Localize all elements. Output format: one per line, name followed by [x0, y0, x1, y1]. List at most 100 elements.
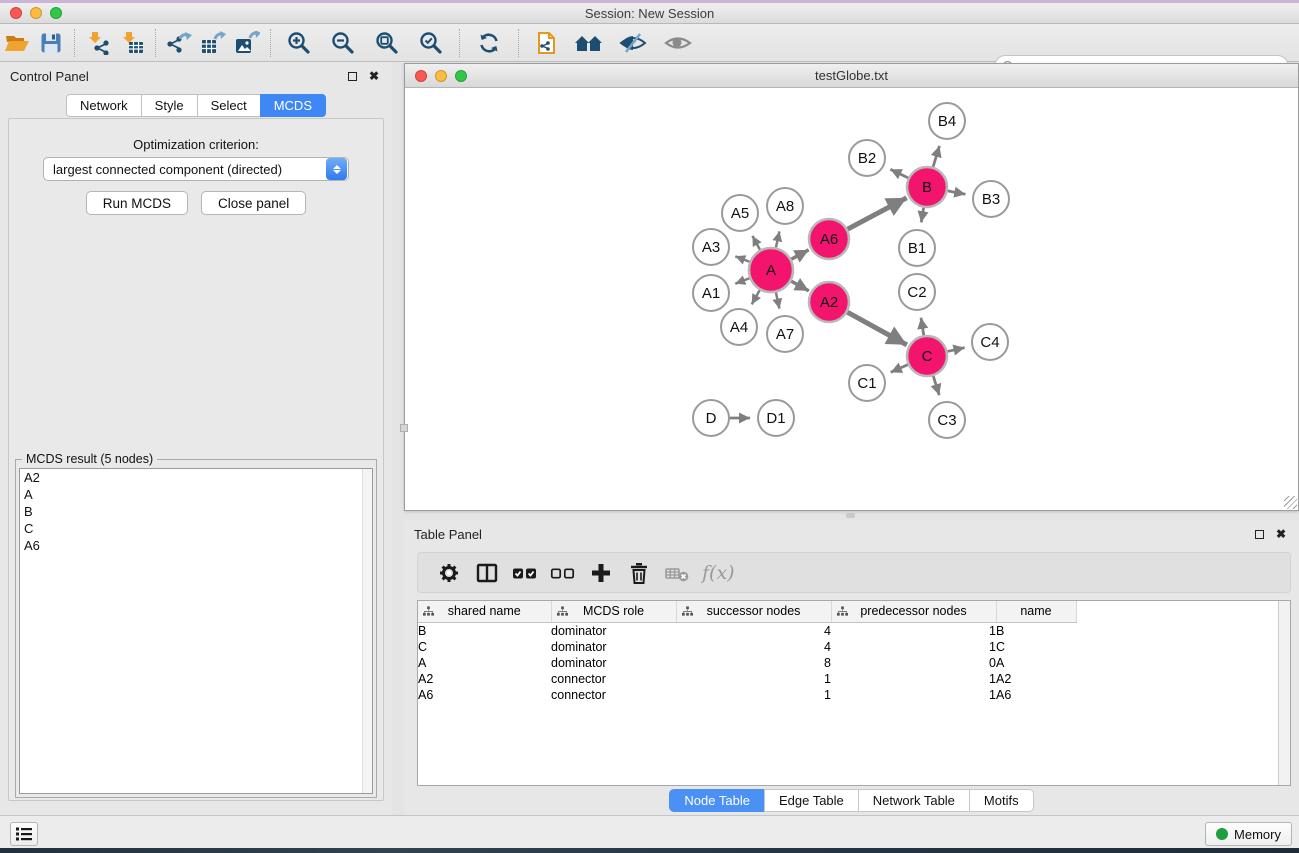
table-cell[interactable]: 1 — [831, 639, 996, 655]
save-session-icon[interactable] — [34, 28, 68, 58]
table-cell[interactable]: dominator — [551, 655, 676, 671]
graph-edge-B-B3[interactable] — [948, 191, 966, 194]
export-network-icon[interactable] — [162, 28, 196, 58]
result-item[interactable]: A2 — [20, 469, 372, 486]
column-header[interactable]: predecessor nodes — [831, 601, 996, 622]
float-table-panel-icon[interactable] — [1251, 526, 1267, 542]
table-cell[interactable]: C — [418, 639, 551, 655]
graph-edge-B-B1[interactable] — [921, 208, 923, 223]
result-list-scrollbar[interactable] — [362, 469, 372, 793]
table-cell[interactable]: 1 — [676, 687, 831, 703]
split-view-icon[interactable] — [468, 558, 506, 588]
window-resize-grip[interactable] — [1284, 496, 1297, 509]
column-header[interactable]: successor nodes — [676, 601, 831, 622]
table-cell[interactable]: 1 — [831, 687, 996, 703]
network-graph[interactable]: AA6A2BCA1A3A4A5A7A8B1B2B3B4C1C2C3C4DD1 — [405, 89, 1298, 510]
result-item[interactable]: B — [20, 503, 372, 520]
table-cell[interactable]: dominator — [551, 622, 676, 639]
tab-mcds[interactable]: MCDS — [260, 94, 326, 117]
table-settings-icon[interactable] — [430, 558, 468, 588]
export-image-icon[interactable] — [230, 28, 264, 58]
function-builder-icon[interactable]: f(x) — [702, 562, 735, 584]
add-column-icon[interactable] — [582, 558, 620, 588]
tab-network-table[interactable]: Network Table — [858, 789, 969, 812]
table-cell[interactable]: A2 — [418, 671, 551, 687]
table-cell[interactable]: C — [996, 639, 1076, 655]
close-table-panel-icon[interactable]: ✖ — [1273, 526, 1289, 542]
mcds-result-list[interactable]: A2ABCA6 — [19, 468, 373, 794]
table-cell[interactable]: B — [418, 622, 551, 639]
window-west-resize-nub[interactable] — [400, 424, 408, 432]
table-row[interactable]: Cdominator41C — [418, 639, 1076, 655]
deselect-all-columns-icon[interactable] — [544, 558, 582, 588]
result-item[interactable]: A6 — [20, 537, 372, 554]
network-canvas[interactable]: AA6A2BCA1A3A4A5A7A8B1B2B3B4C1C2C3C4DD1 — [405, 89, 1298, 510]
table-cell[interactable]: connector — [551, 687, 676, 703]
graph-edge-A-A4[interactable] — [752, 290, 760, 304]
graph-edge-B-B2[interactable] — [890, 169, 908, 178]
zoom-fit-icon[interactable] — [365, 28, 409, 58]
delete-column-icon[interactable] — [620, 558, 658, 588]
column-header[interactable]: name — [996, 601, 1076, 622]
graph-edge-A-A7[interactable] — [776, 292, 780, 308]
table-cell[interactable]: A6 — [418, 687, 551, 703]
run-mcds-button[interactable]: Run MCDS — [86, 191, 188, 215]
table-cell[interactable]: 8 — [676, 655, 831, 671]
table-scrollbar[interactable] — [1278, 601, 1290, 785]
tab-edge-table[interactable]: Edge Table — [764, 789, 858, 812]
graph-edge-A-A8[interactable] — [776, 231, 780, 247]
table-cell[interactable]: dominator — [551, 639, 676, 655]
result-item[interactable]: A — [20, 486, 372, 503]
export-table-icon[interactable] — [196, 28, 230, 58]
tab-node-table[interactable]: Node Table — [669, 789, 764, 812]
zoom-out-icon[interactable] — [321, 28, 365, 58]
zoom-in-icon[interactable] — [277, 28, 321, 58]
graph-edge-C-C2[interactable] — [921, 318, 924, 336]
graph-edge-A-A6[interactable] — [791, 250, 808, 259]
table-cell[interactable]: 4 — [676, 639, 831, 655]
table-cell[interactable]: 0 — [831, 655, 996, 671]
new-network-from-selection-icon[interactable] — [525, 28, 567, 58]
table-row[interactable]: Adominator80A — [418, 655, 1076, 671]
close-panel-icon[interactable]: ✖ — [366, 68, 382, 84]
first-neighbors-icon[interactable] — [567, 28, 611, 58]
import-network-icon[interactable] — [81, 28, 115, 58]
memory-button[interactable]: Memory — [1205, 822, 1292, 846]
table-cell[interactable]: A — [418, 655, 551, 671]
graph-edge-A-A1[interactable] — [735, 278, 749, 283]
show-all-icon[interactable] — [655, 28, 701, 58]
table-cell[interactable]: A6 — [996, 687, 1076, 703]
graph-edge-A-A2[interactable] — [791, 281, 809, 291]
close-panel-button[interactable]: Close panel — [201, 191, 306, 215]
graph-edge-A-A5[interactable] — [752, 236, 760, 250]
criterion-dropdown[interactable]: largest connected component (directed) — [43, 157, 349, 181]
table-cell[interactable]: connector — [551, 671, 676, 687]
column-header[interactable]: MCDS role — [551, 601, 676, 622]
graph-edge-B-B4[interactable] — [933, 146, 939, 167]
table-cell[interactable]: 1 — [831, 671, 996, 687]
panel-divider-handle[interactable] — [846, 513, 855, 518]
open-file-icon[interactable] — [0, 28, 34, 58]
table-cell[interactable]: 1 — [831, 622, 996, 639]
table-cell[interactable]: 4 — [676, 622, 831, 639]
table-row[interactable]: Bdominator41B — [418, 622, 1076, 639]
graph-edge-A2-C[interactable] — [847, 312, 906, 345]
network-window-titlebar[interactable]: testGlobe.txt — [405, 64, 1298, 88]
table-cell[interactable]: 1 — [676, 671, 831, 687]
float-panel-icon[interactable] — [344, 68, 360, 84]
table-row[interactable]: A2connector11A2 — [418, 671, 1076, 687]
graph-edge-C-C3[interactable] — [933, 376, 939, 395]
tab-motifs[interactable]: Motifs — [969, 789, 1034, 812]
tab-style[interactable]: Style — [141, 94, 197, 117]
tab-select[interactable]: Select — [197, 94, 260, 117]
tab-network[interactable]: Network — [66, 94, 141, 117]
graph-edge-C-C1[interactable] — [891, 365, 908, 373]
table-cell[interactable]: A — [996, 655, 1076, 671]
table-cell[interactable]: B — [996, 622, 1076, 639]
graph-edge-A6-B[interactable] — [848, 198, 907, 229]
table-row[interactable]: A6connector11A6 — [418, 687, 1076, 703]
import-table-icon[interactable] — [115, 28, 149, 58]
delete-table-icon[interactable] — [658, 558, 696, 588]
graph-edge-A-A3[interactable] — [735, 256, 749, 261]
refresh-icon[interactable] — [466, 28, 512, 58]
